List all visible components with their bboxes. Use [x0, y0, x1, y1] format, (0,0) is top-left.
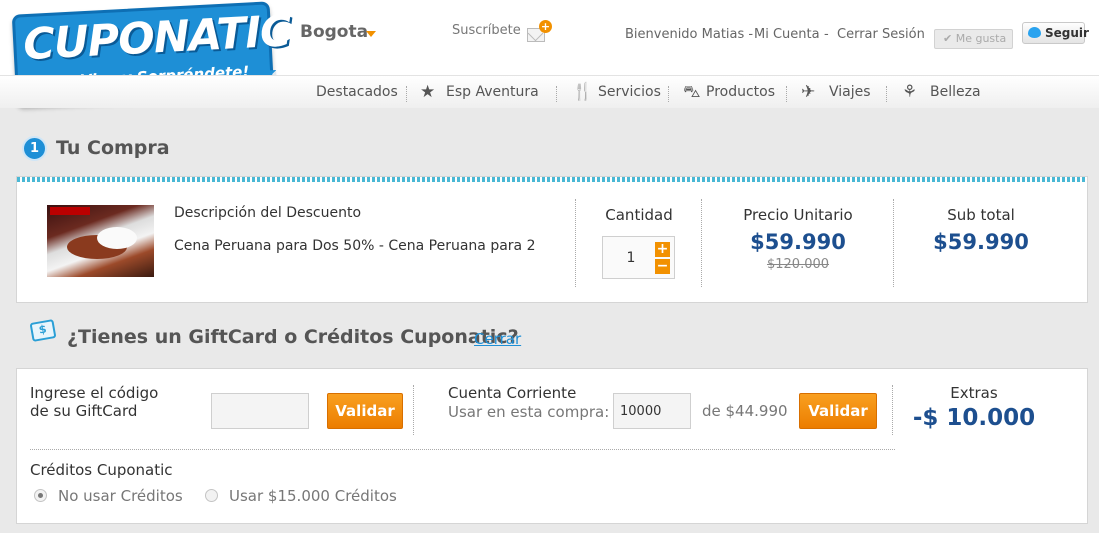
nav-item-esp-aventura[interactable]: Esp Aventura [446, 84, 539, 100]
quantity-decrease-button[interactable]: − [655, 259, 670, 274]
giftcard-code-label-2: de su GiftCard [30, 402, 138, 420]
account-label: Cuenta Corriente [448, 384, 577, 402]
column-divider [893, 199, 894, 287]
credits-title: Créditos Cuponatic [30, 461, 173, 479]
nav-divider [786, 86, 787, 102]
use-credits-label[interactable]: Usar $15.000 Créditos [229, 487, 397, 505]
nav-item-belleza[interactable]: Belleza [930, 84, 981, 100]
link-separator: - [824, 27, 829, 42]
nav-item-destacados[interactable]: Destacados [316, 84, 398, 100]
thumbnail-label [50, 207, 90, 215]
purchase-panel: Descripción del Descuento Cena Peruana p… [16, 176, 1088, 303]
facebook-like-button[interactable]: ✔ Me gusta [934, 29, 1013, 49]
like-label: Me gusta [955, 32, 1007, 45]
logout-link[interactable]: Cerrar Sesión [837, 27, 925, 42]
follow-label: Seguir [1045, 26, 1089, 40]
use-credits-radio[interactable] [205, 489, 218, 502]
city-selector[interactable]: Bogota [300, 22, 368, 42]
nav-divider [556, 86, 557, 102]
welcome-text: Bienvenido Matias - [625, 27, 754, 42]
column-divider [701, 199, 702, 287]
section-title-giftcard: ¿Tienes un GiftCard o Créditos Cuponatic… [67, 326, 519, 348]
section-title-purchase: Tu Compra [56, 137, 170, 159]
use-in-purchase-label: Usar en esta compra: [448, 403, 610, 421]
twitter-follow-button[interactable]: Seguir [1022, 22, 1089, 44]
column-divider [892, 385, 893, 435]
category-nav: Destacados ★ Esp Aventura 🍴 Servicios ⛍ … [0, 75, 1099, 108]
giftcard-code-label-1: Ingrese el código [30, 384, 159, 402]
deal-description: Cena Peruana para Dos 50% - Cena Peruana… [174, 238, 536, 254]
quantity-increase-button[interactable]: + [655, 242, 670, 257]
unit-price-header: Precio Unitario [743, 206, 853, 224]
nav-item-viajes[interactable]: Viajes [829, 84, 871, 100]
unit-price: $59.990 [750, 230, 846, 254]
giftcard-icon-symbol: $ [37, 322, 48, 337]
quantity-input[interactable] [611, 247, 651, 269]
top-header: CUPONATIC ¡Vive y Sorpréndete! Bogota Su… [0, 0, 1099, 108]
nav-divider [668, 86, 669, 102]
column-divider [413, 385, 414, 435]
bag-icon[interactable]: ⛍ [683, 82, 701, 104]
nav-divider [406, 86, 407, 102]
column-divider [575, 199, 576, 287]
my-account-link[interactable]: Mi Cuenta [754, 27, 820, 42]
plus-badge-icon: + [539, 20, 552, 33]
subtotal-value: $59.990 [933, 230, 1029, 254]
validate-giftcard-button[interactable]: Validar [327, 393, 403, 429]
row-divider [30, 449, 895, 450]
giftcard-code-input[interactable] [211, 393, 309, 429]
plane-icon[interactable]: ✈ [801, 82, 815, 102]
nav-item-servicios[interactable]: Servicios [598, 84, 661, 100]
lotus-icon[interactable]: ⚘ [902, 82, 917, 102]
dining-icon[interactable]: 🍴 [572, 82, 593, 102]
no-credits-radio[interactable] [34, 489, 47, 502]
account-amount-input[interactable] [613, 393, 691, 429]
original-price: $120.000 [766, 257, 830, 272]
available-balance: de $44.990 [702, 402, 788, 420]
step-number-badge: 1 [22, 136, 47, 161]
panel-stripe [17, 177, 1087, 182]
close-giftcard-link[interactable]: Cerrar [474, 330, 521, 348]
no-credits-label[interactable]: No usar Créditos [58, 487, 183, 505]
quantity-header: Cantidad [605, 206, 673, 224]
twitter-bird-icon [1028, 27, 1041, 38]
extras-value: -$ 10.000 [912, 405, 1036, 431]
giftcard-icon: $ [29, 319, 57, 342]
validate-account-button[interactable]: Validar [799, 393, 877, 429]
description-header: Descripción del Descuento [174, 205, 362, 221]
subscribe-link[interactable]: Suscríbete [452, 23, 521, 38]
quantity-stepper: + − [602, 236, 675, 279]
star-icon[interactable]: ★ [420, 82, 435, 102]
nav-divider [886, 86, 887, 102]
chevron-down-icon[interactable] [366, 31, 376, 37]
subtotal-header: Sub total [947, 206, 1015, 224]
nav-item-productos[interactable]: Productos [706, 84, 775, 100]
extras-label: Extras [950, 384, 998, 402]
deal-thumbnail-image[interactable] [47, 205, 154, 277]
